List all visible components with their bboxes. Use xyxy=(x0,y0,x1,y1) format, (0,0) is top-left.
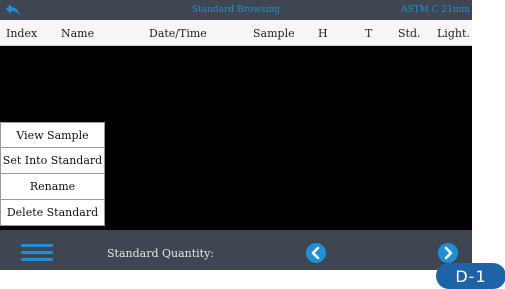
delete-standard-button[interactable]: Delete Standard xyxy=(0,200,105,226)
chevron-left-icon xyxy=(311,246,320,260)
figure-tag: D-1 xyxy=(436,263,505,289)
column-t: T xyxy=(365,27,373,40)
column-std: Std. xyxy=(398,27,421,40)
previous-page-button[interactable] xyxy=(306,243,326,263)
chevron-right-icon xyxy=(444,246,453,260)
next-page-button[interactable] xyxy=(438,243,458,263)
set-into-standard-button[interactable]: Set Into Standard xyxy=(0,148,105,174)
table-header: Index Name Date/Time Sample H T Std. Lig… xyxy=(0,20,472,46)
context-menu: View Sample Set Into Standard Rename Del… xyxy=(0,122,105,226)
hamburger-menu-icon[interactable] xyxy=(21,244,53,262)
column-index: Index xyxy=(6,27,38,40)
standard-quantity-label: Standard Quantity: xyxy=(107,247,215,260)
standard-indicator: ASTM C 21mm xyxy=(400,5,470,15)
view-sample-button[interactable]: View Sample xyxy=(0,122,105,148)
column-sample: Sample xyxy=(253,27,295,40)
column-datetime: Date/Time xyxy=(149,27,207,40)
column-name: Name xyxy=(61,27,95,40)
bottom-bar xyxy=(0,230,472,270)
column-light: Light. xyxy=(437,27,470,40)
column-h: H xyxy=(318,27,328,40)
top-bar: Standard Browsing ASTM C 21mm xyxy=(0,0,472,20)
rename-button[interactable]: Rename xyxy=(0,174,105,200)
device-screen: Standard Browsing ASTM C 21mm Index Name… xyxy=(0,0,472,270)
